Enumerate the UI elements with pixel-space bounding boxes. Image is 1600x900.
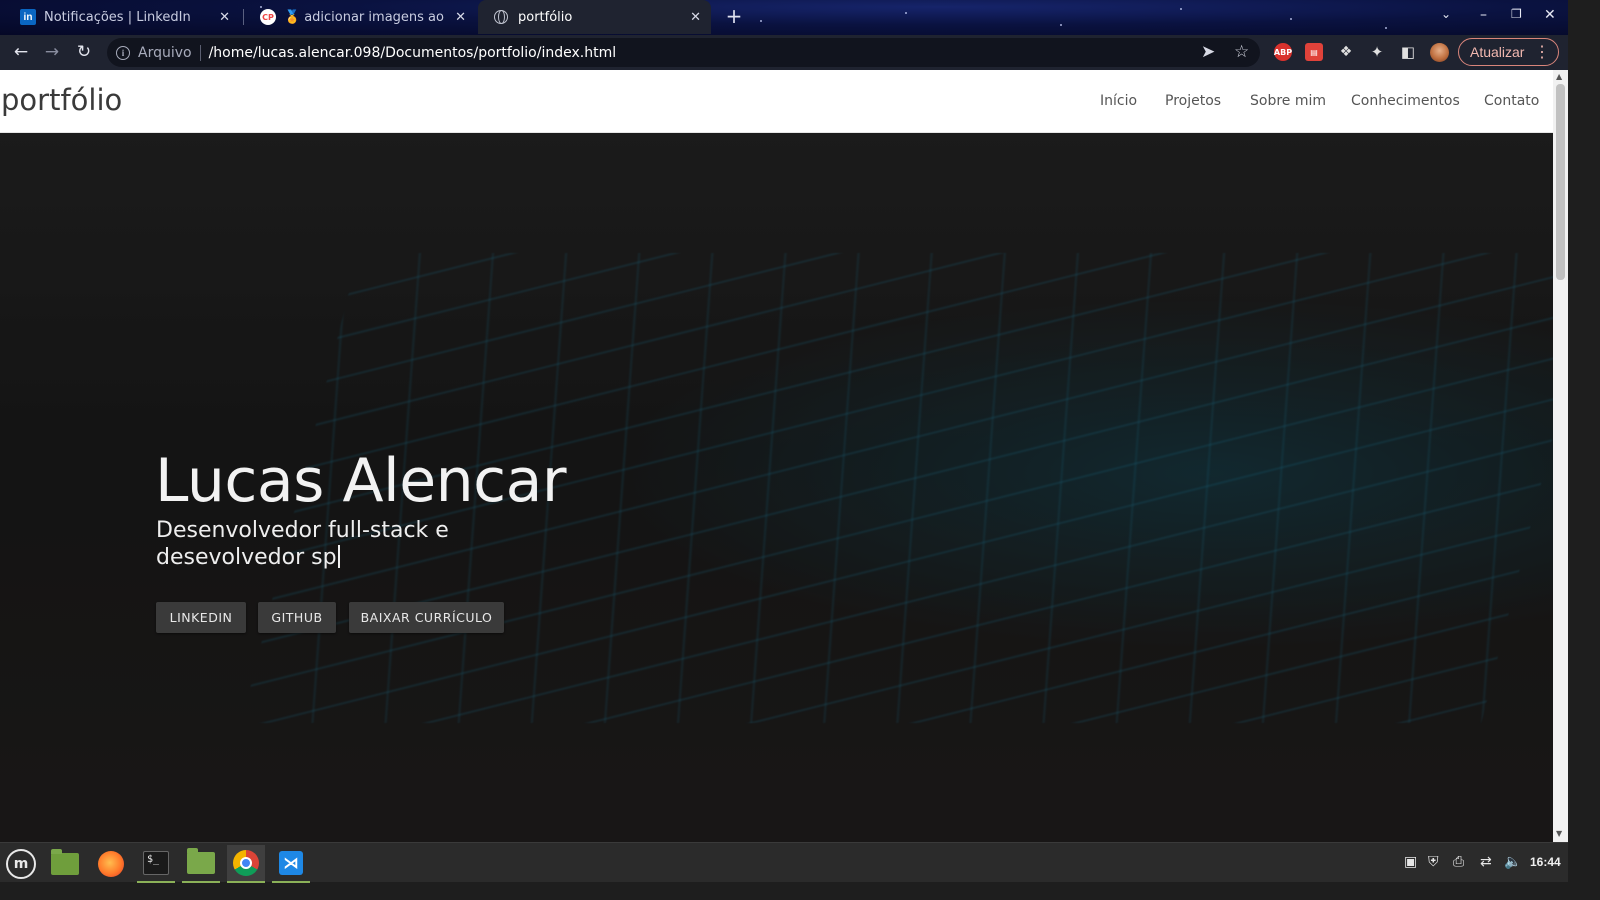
files-icon	[187, 848, 215, 874]
nav-link-sobre-mim[interactable]: Sobre mim	[1250, 93, 1326, 109]
folder-icon	[51, 849, 79, 875]
tab-portfolio[interactable]: portfólio ✕	[478, 0, 711, 34]
site-navbar: portfólio Início Projetos Sobre mim Conh…	[0, 70, 1553, 133]
codepen-icon: CP	[260, 9, 276, 25]
divider	[199, 44, 201, 61]
download-resume-button[interactable]: BAIXAR CURRÍCULO	[349, 602, 504, 633]
close-icon[interactable]: ✕	[455, 10, 466, 25]
bookmark-star-icon[interactable]: ☆	[1234, 42, 1249, 62]
linkedin-icon: in	[20, 9, 36, 25]
close-window-icon[interactable]: ✕	[1544, 7, 1556, 23]
linkedin-button[interactable]: LINKEDIN	[156, 602, 246, 633]
puzzle-icon[interactable]: ✦	[1368, 43, 1386, 61]
scroll-down-icon[interactable]: ▼	[1556, 829, 1562, 838]
menu-button[interactable]: m	[2, 845, 40, 883]
browser-toolbar: ← → ↻ i Arquivo /home/lucas.alencar.098/…	[0, 35, 1568, 70]
menu-dots-icon: ⋮	[1534, 44, 1550, 61]
vscode-launcher[interactable]: ⋊	[272, 845, 310, 883]
reload-icon[interactable]: ↻	[73, 41, 95, 63]
tab-strip: in Notificações | LinkedIn ✕ CP 🏅 adicio…	[0, 0, 1568, 35]
new-tab-button[interactable]: +	[723, 5, 745, 27]
close-icon[interactable]: ✕	[690, 10, 701, 25]
tab-search-icon[interactable]: ⌄	[1441, 7, 1451, 21]
hero-name: Lucas Alencar	[155, 446, 567, 516]
restore-icon[interactable]: ❐	[1511, 7, 1522, 21]
hero-subtitle-text: Desenvolvedor full-stack e desevolvedor …	[156, 518, 449, 570]
medal-icon: 🏅	[284, 9, 301, 25]
background-star	[1385, 27, 1387, 29]
nav-link-projetos[interactable]: Projetos	[1165, 93, 1221, 109]
tab-codepen[interactable]: CP 🏅 adicionar imagens ao proj ✕	[244, 0, 476, 34]
side-panel-icon[interactable]: ◧	[1399, 43, 1417, 61]
chrome-icon	[233, 850, 259, 876]
nav-link-contato[interactable]: Contato	[1484, 93, 1539, 109]
taskbar: m $_ ⋊ ▣ ⛨ ⎙ ⇄ 🔈 16:44	[0, 842, 1568, 883]
volume-icon[interactable]: 🔈	[1504, 854, 1521, 870]
tab-title: adicionar imagens ao proj	[304, 9, 447, 25]
avatar[interactable]	[1430, 43, 1449, 62]
forward-icon[interactable]: →	[41, 41, 63, 63]
url-text[interactable]: /home/lucas.alencar.098/Documentos/portf…	[209, 45, 617, 61]
tab-title: Notificações | LinkedIn	[44, 9, 191, 25]
background-star	[1290, 18, 1292, 20]
page-scrollbar[interactable]: ▲ ▼	[1553, 70, 1568, 842]
security-label: Arquivo	[138, 44, 192, 61]
adblock-label: ABP	[1273, 47, 1293, 57]
clock[interactable]: 16:44	[1530, 855, 1561, 869]
typing-caret	[337, 545, 340, 568]
firefox-icon	[98, 851, 124, 877]
scroll-up-icon[interactable]: ▲	[1556, 72, 1562, 81]
scroll-thumb[interactable]	[1556, 84, 1565, 280]
page-viewport: portfólio Início Projetos Sobre mim Conh…	[0, 70, 1553, 842]
pdf-extension-icon[interactable]: ▤	[1305, 43, 1323, 61]
show-desktop-button[interactable]	[46, 845, 84, 883]
printer-icon[interactable]: ⎙	[1453, 854, 1464, 870]
firefox-launcher[interactable]	[92, 845, 130, 883]
update-label: Atualizar	[1470, 44, 1525, 60]
nav-link-inicio[interactable]: Início	[1100, 93, 1137, 109]
terminal-launcher[interactable]: $_	[137, 845, 175, 883]
terminal-icon: $_	[143, 851, 169, 875]
send-icon[interactable]: ➤	[1201, 42, 1215, 62]
address-bar[interactable]: i Arquivo /home/lucas.alencar.098/Docume…	[107, 38, 1260, 67]
chrome-launcher[interactable]	[227, 845, 265, 883]
tab-linkedin[interactable]: in Notificações | LinkedIn ✕	[4, 0, 240, 34]
background-star	[905, 12, 907, 14]
adblock-icon[interactable]: ABP	[1274, 43, 1292, 61]
background-star	[760, 20, 762, 22]
info-icon[interactable]: i	[116, 45, 130, 60]
network-icon[interactable]: ⇄	[1480, 854, 1492, 870]
vscode-icon: ⋊	[279, 851, 303, 875]
update-button[interactable]: Atualizar ⋮	[1458, 38, 1559, 66]
github-button[interactable]: GITHUB	[258, 602, 336, 633]
close-icon[interactable]: ✕	[219, 10, 230, 25]
shield-icon[interactable]: ⛨	[1428, 854, 1439, 870]
menu-icon: m	[6, 849, 36, 879]
files-launcher[interactable]	[182, 845, 220, 883]
globe-icon	[494, 10, 508, 24]
back-icon[interactable]: ←	[10, 41, 32, 63]
extension-icon[interactable]: ❖	[1337, 43, 1355, 61]
hero-section: Lucas Alencar Desenvolvedor full-stack e…	[0, 133, 1553, 842]
clipboard-icon[interactable]: ▣	[1404, 854, 1417, 870]
minimize-icon[interactable]: –	[1480, 7, 1487, 23]
background-star	[1180, 8, 1182, 10]
background-star	[1060, 24, 1062, 26]
nav-link-conhecimentos[interactable]: Conhecimentos	[1351, 93, 1460, 109]
site-brand[interactable]: portfólio	[1, 83, 122, 117]
hero-subtitle: Desenvolvedor full-stack e desevolvedor …	[156, 517, 516, 571]
tab-title: portfólio	[518, 9, 573, 25]
